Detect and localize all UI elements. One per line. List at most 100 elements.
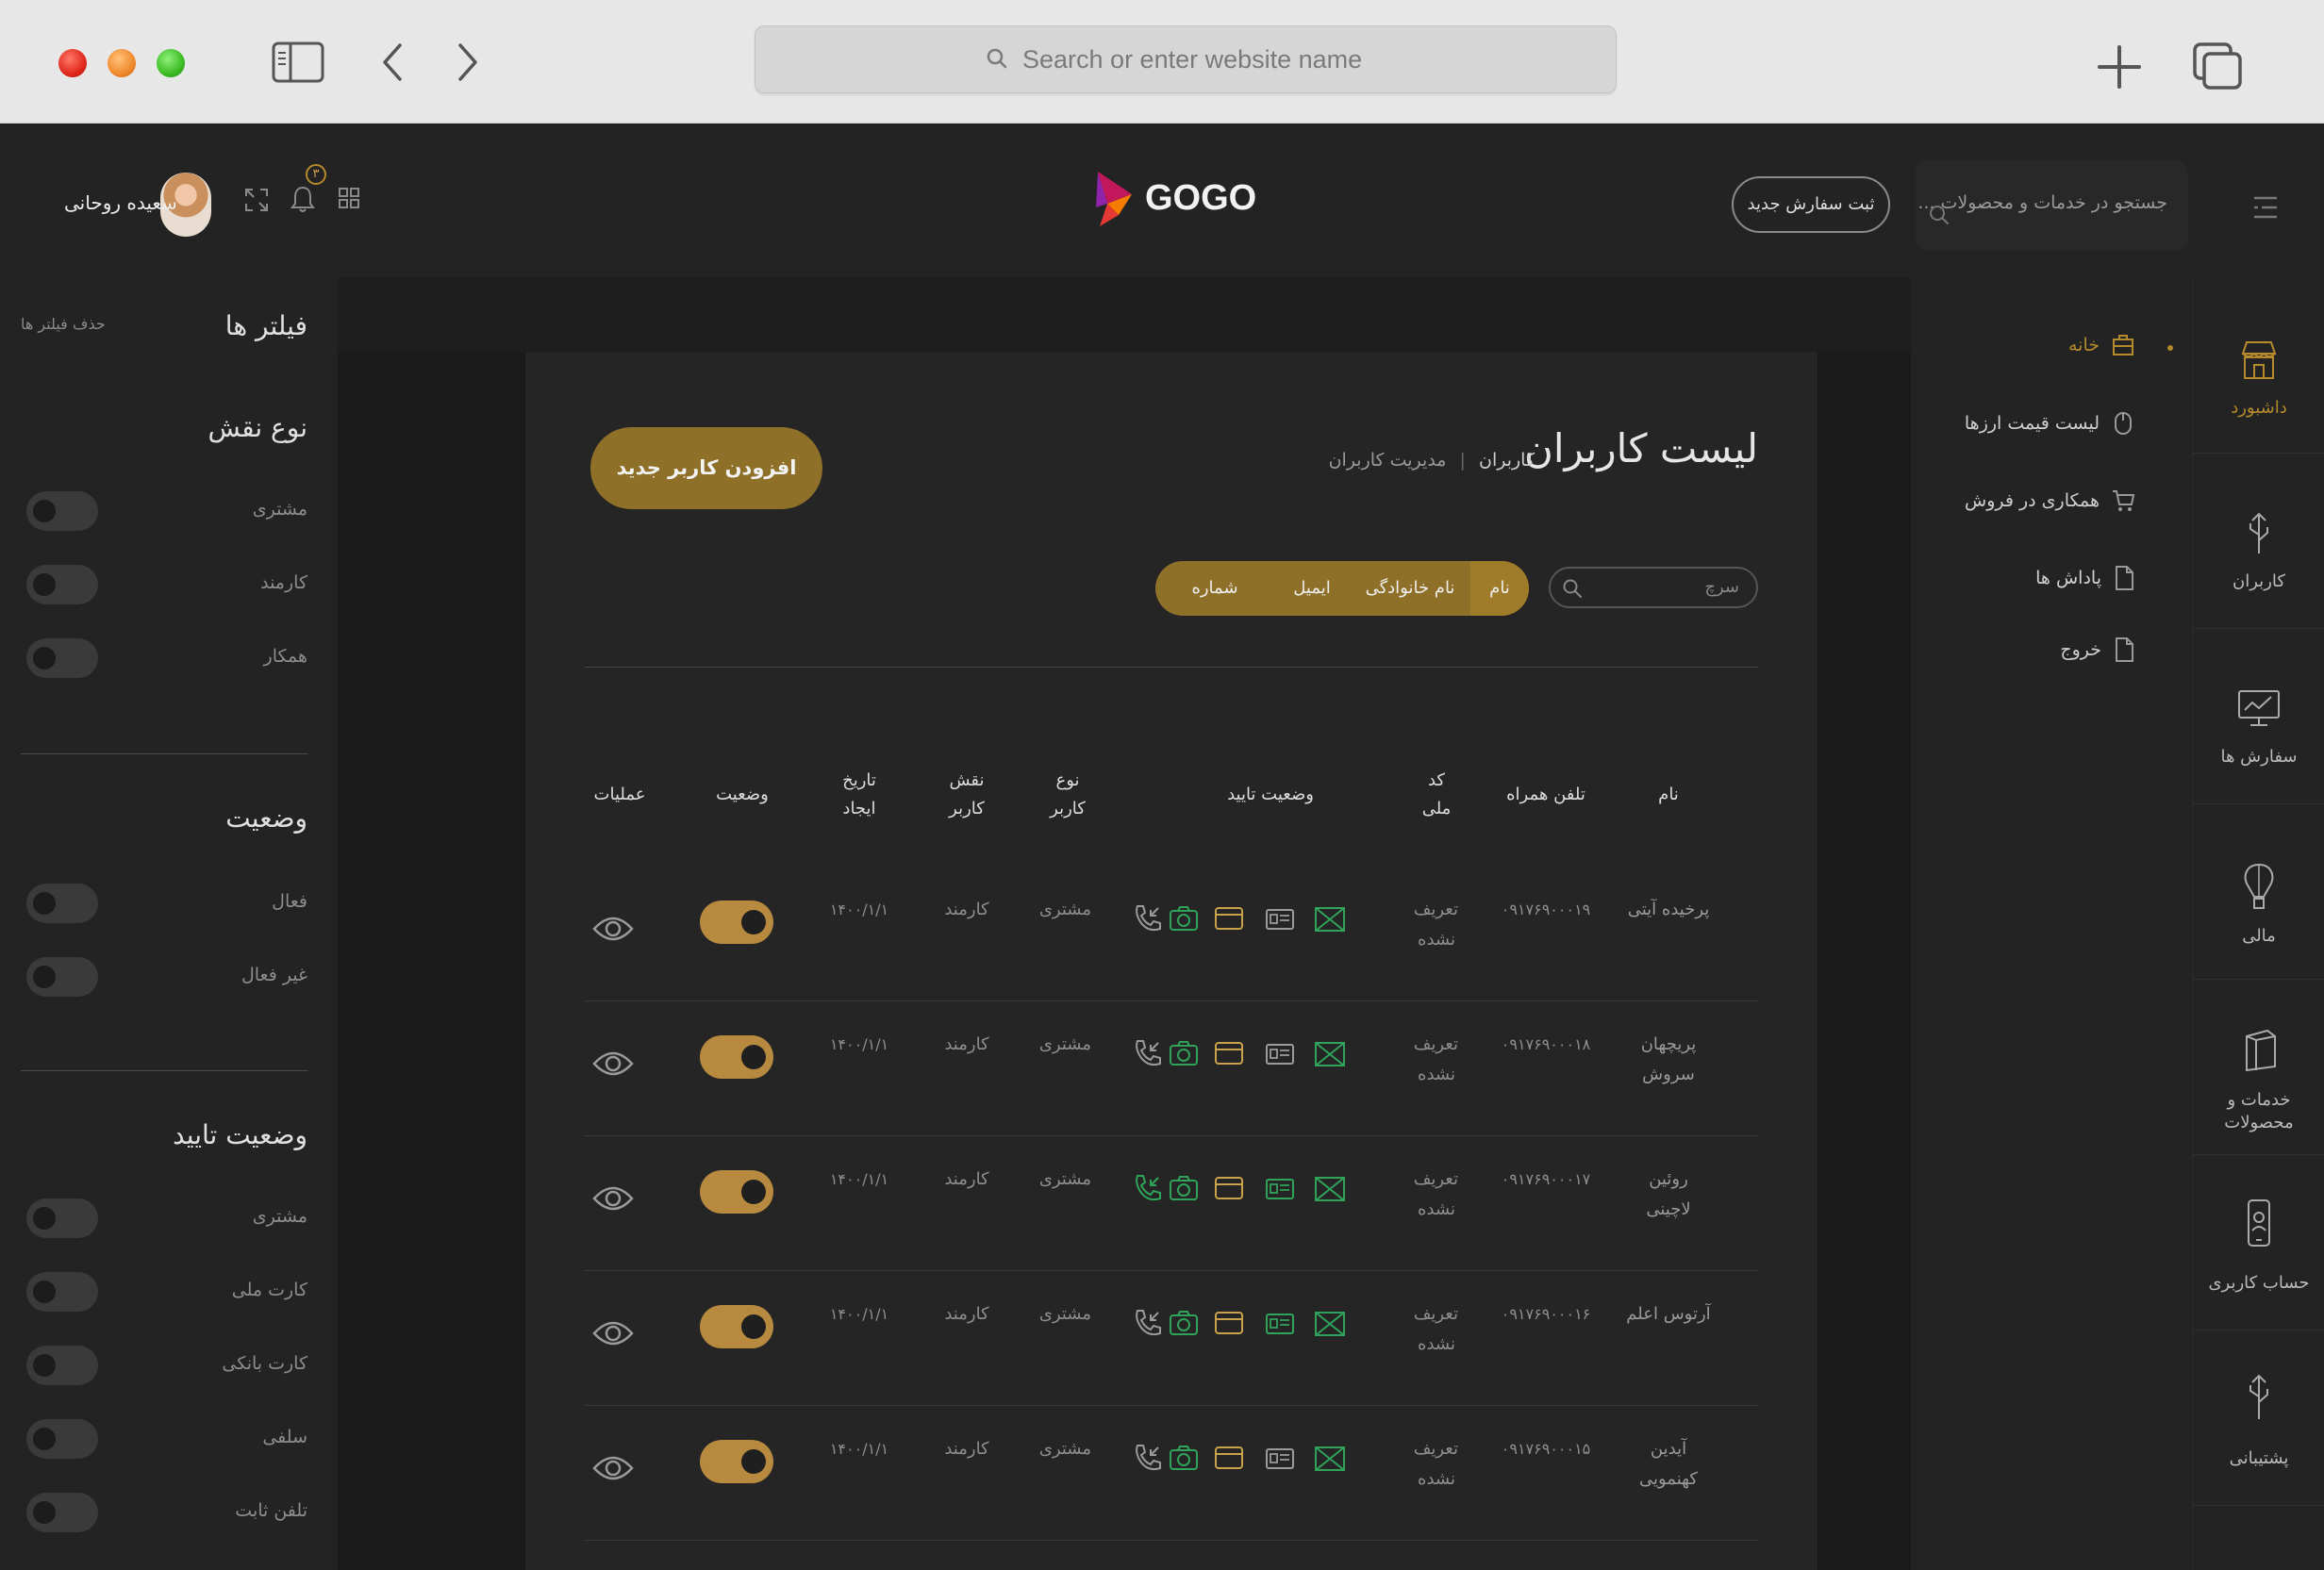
apps-grid-icon[interactable] [338, 187, 360, 209]
clear-filters-link[interactable]: حذف فیلتر ها [21, 315, 106, 333]
phone-verify-icon[interactable] [1132, 1307, 1164, 1339]
filter-toggle[interactable] [26, 1198, 98, 1238]
filter-section-title: نوع نقش [208, 412, 307, 443]
email-icon[interactable] [1313, 1442, 1347, 1474]
bank-card-icon[interactable] [1213, 1172, 1245, 1204]
filter-option-label: سلفی [262, 1427, 307, 1447]
filter-toggle[interactable] [26, 1493, 98, 1532]
email-icon[interactable] [1313, 1172, 1347, 1204]
camera-icon[interactable] [1168, 1172, 1200, 1204]
filter-toggle[interactable] [26, 565, 98, 604]
search-field-email[interactable]: ایمیل [1274, 561, 1350, 616]
rail-label: داشبورد [2231, 398, 2287, 418]
logo[interactable]: GOGO [1094, 170, 1256, 230]
address-bar[interactable]: Search or enter website name [755, 25, 1617, 93]
divider [585, 667, 1758, 668]
cell-name: پرخیده آیتی [1627, 900, 1710, 919]
header-search-input[interactable]: جستجو در خدمات و محصولات ... [1915, 160, 2188, 251]
camera-icon[interactable] [1168, 902, 1200, 934]
rail-item-finance[interactable]: مالی [2193, 804, 2324, 980]
eye-icon[interactable] [592, 1449, 634, 1487]
user-name[interactable]: سعیده روحانی [64, 191, 177, 214]
table-row: پریچهان سروش ۰۹۱۷۶۹۰۰۰۱۸ تعریف نشده مشتر… [585, 1001, 1758, 1136]
bank-card-icon[interactable] [1213, 1442, 1245, 1474]
search-field-name[interactable]: نام [1470, 561, 1529, 616]
id-card-icon[interactable] [1264, 1442, 1296, 1474]
id-card-icon[interactable] [1264, 1037, 1296, 1069]
breadcrumb-current[interactable]: کاربران [1479, 450, 1535, 471]
bank-card-icon[interactable] [1213, 902, 1245, 934]
eye-icon[interactable] [592, 1314, 634, 1352]
id-card-icon[interactable] [1264, 902, 1296, 934]
filter-toggle[interactable] [26, 957, 98, 997]
close-window-button[interactable] [58, 49, 87, 77]
maximize-window-button[interactable] [157, 49, 185, 77]
status-toggle[interactable] [700, 901, 773, 944]
email-icon[interactable] [1313, 1307, 1347, 1339]
bell-icon[interactable] [290, 185, 315, 213]
search-field-lastname[interactable]: نام خانوادگی [1350, 561, 1470, 616]
rail-item-services[interactable]: خدمات و محصولات [2193, 980, 2324, 1155]
id-card-icon[interactable] [1264, 1172, 1296, 1204]
filter-toggle[interactable] [26, 1346, 98, 1385]
camera-icon[interactable] [1168, 1442, 1200, 1474]
eye-icon[interactable] [592, 910, 634, 948]
filter-option-label: کارت بانکی [222, 1353, 307, 1374]
phone-verify-icon[interactable] [1132, 1172, 1164, 1204]
file-icon [2116, 637, 2133, 662]
email-icon[interactable] [1313, 1037, 1347, 1069]
filter-toggle[interactable] [26, 884, 98, 923]
camera-icon[interactable] [1168, 1307, 1200, 1339]
rail-item-orders[interactable]: سفارش ها [2193, 629, 2324, 804]
status-toggle[interactable] [700, 1170, 773, 1214]
rail-item-account[interactable]: حساب کاربری [2193, 1155, 2324, 1330]
rail-item-dashboard[interactable]: داشبورد [2193, 278, 2324, 454]
eye-icon[interactable] [592, 1180, 634, 1217]
minimize-window-button[interactable] [108, 49, 136, 77]
search-field-mobile[interactable]: شماره همراه [1155, 561, 1274, 616]
eye-icon[interactable] [592, 1045, 634, 1082]
filter-toggle[interactable] [26, 638, 98, 678]
phone-verify-icon[interactable] [1132, 902, 1164, 934]
browser-toolbar: Search or enter website name [0, 0, 2324, 124]
subnav-item-logout[interactable]: خروج [2060, 636, 2135, 663]
email-icon[interactable] [1313, 902, 1347, 934]
cell-user-type: مشتری [1038, 1304, 1091, 1324]
filter-toggle[interactable] [26, 491, 98, 531]
tabs-overview-icon[interactable] [2192, 41, 2245, 91]
balloon-icon [2244, 863, 2274, 909]
phone-verify-icon[interactable] [1132, 1037, 1164, 1069]
new-order-button[interactable]: ثبت سفارش جدید [1732, 176, 1890, 233]
fullscreen-icon[interactable] [243, 187, 270, 213]
new-tab-icon[interactable] [2094, 41, 2145, 92]
subnav-item-currency-prices[interactable]: لیست قیمت ارزها [1965, 410, 2135, 437]
search-field-selector: نام نام خانوادگی ایمیل شماره همراه [1155, 561, 1529, 616]
subnav-item-home[interactable]: خانه [2068, 333, 2135, 357]
phone-verify-icon[interactable] [1132, 1442, 1164, 1474]
status-toggle[interactable] [700, 1440, 773, 1483]
status-toggle[interactable] [700, 1035, 773, 1079]
camera-icon[interactable] [1168, 1037, 1200, 1069]
rail-item-support[interactable]: پشتیبانی [2193, 1330, 2324, 1506]
search-icon [1563, 579, 1582, 598]
sidebar-toggle-icon[interactable] [272, 41, 324, 83]
subnav-item-affiliate[interactable]: همکاری در فروش [1965, 488, 2135, 514]
cell-name: آرتوس اعلم [1626, 1304, 1711, 1324]
id-card-icon[interactable] [1264, 1307, 1296, 1339]
bank-card-icon[interactable] [1213, 1037, 1245, 1069]
table-search-input[interactable]: سرچ [1549, 567, 1758, 608]
breadcrumb-parent[interactable]: مدیریت کاربران [1329, 450, 1447, 471]
subnav-item-rewards[interactable]: پاداش ها [2035, 565, 2135, 591]
cell-name: روئین لاچینی [1646, 1169, 1691, 1219]
rail-item-users[interactable]: کاربران [2193, 454, 2324, 629]
menu-icon[interactable] [2252, 195, 2279, 220]
logo-text: GOGO [1145, 178, 1257, 218]
filter-toggle[interactable] [26, 1419, 98, 1459]
status-toggle[interactable] [700, 1305, 773, 1348]
bank-card-icon[interactable] [1213, 1307, 1245, 1339]
add-user-button[interactable]: افزودن کاربر جدید [590, 427, 822, 509]
back-icon[interactable] [379, 41, 406, 83]
filter-toggle[interactable] [26, 1272, 98, 1312]
search-icon [987, 48, 1007, 69]
forward-icon[interactable] [455, 41, 481, 83]
